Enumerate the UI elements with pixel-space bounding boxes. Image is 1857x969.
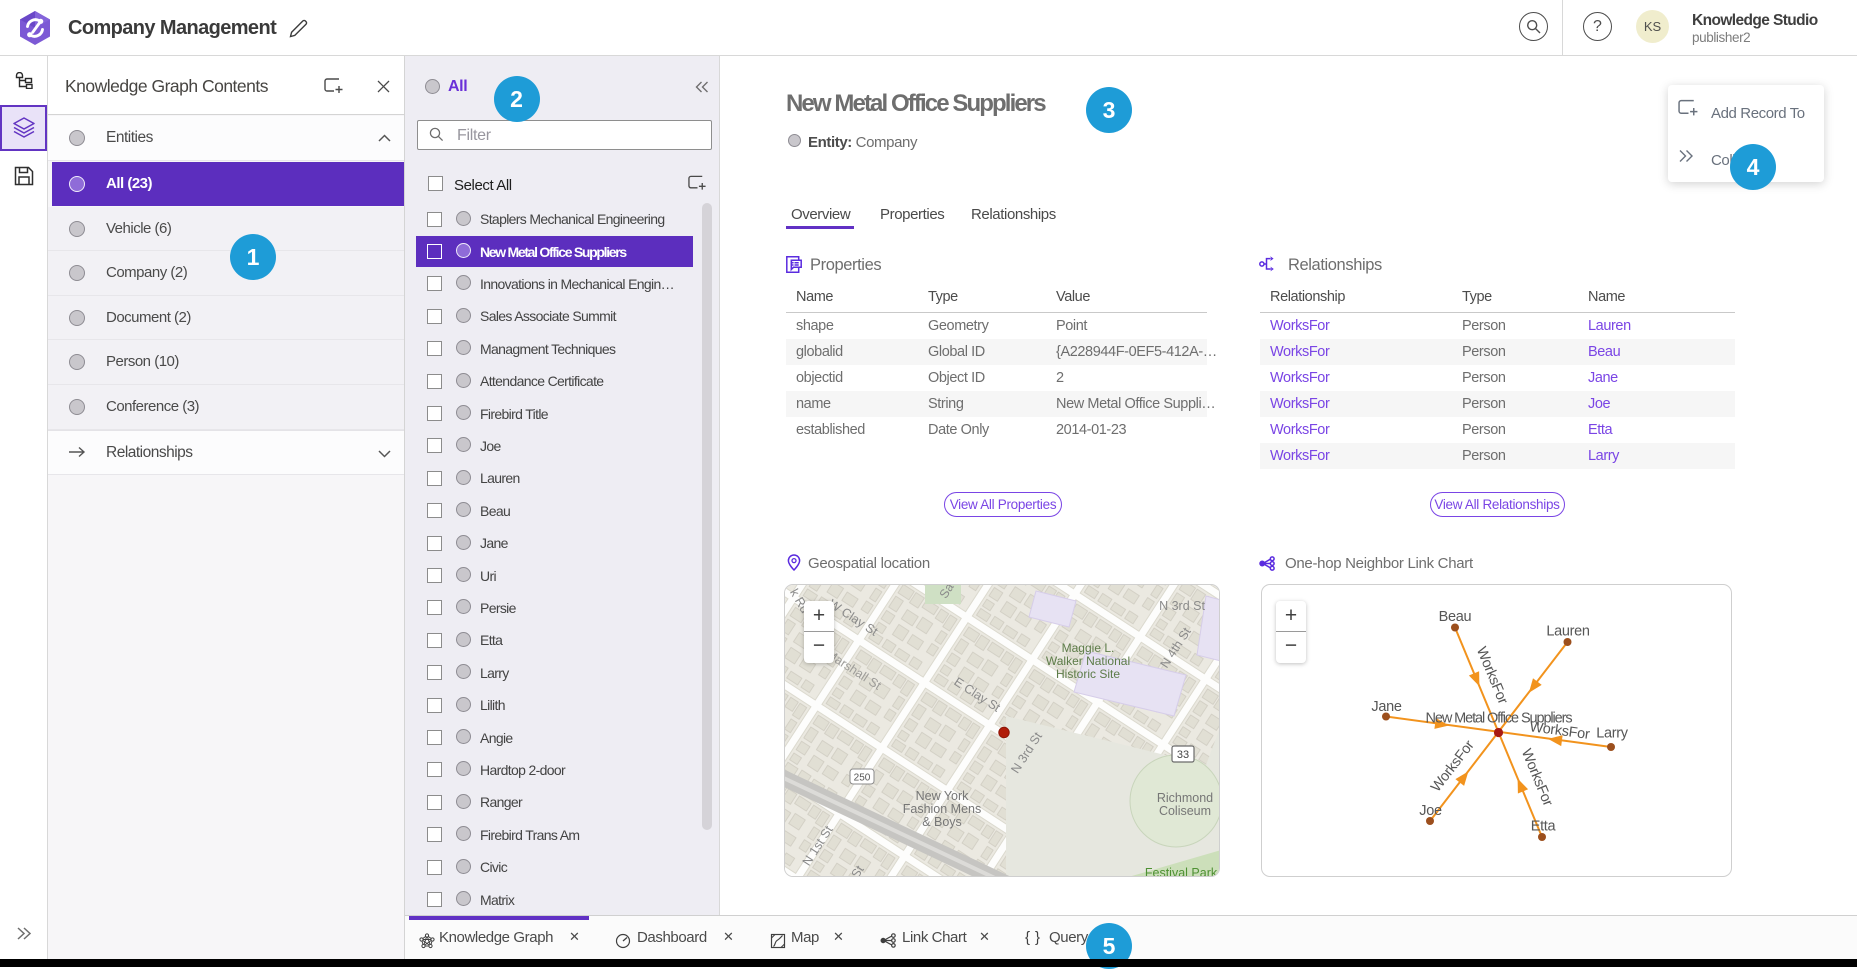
svg-text:Coliseum: Coliseum bbox=[1159, 804, 1211, 818]
svg-text:Walker National: Walker National bbox=[1046, 654, 1130, 668]
svg-text:WorksFor: WorksFor bbox=[1428, 737, 1478, 795]
svg-text:WorksFor: WorksFor bbox=[1518, 747, 1556, 809]
svg-text:& Boys: & Boys bbox=[922, 815, 962, 829]
svg-text:Festival Park: Festival Park bbox=[1145, 866, 1218, 877]
svg-text:Joe: Joe bbox=[1419, 803, 1442, 819]
svg-text:Larry: Larry bbox=[1596, 726, 1629, 742]
svg-text:Beau: Beau bbox=[1439, 609, 1472, 625]
svg-text:New York: New York bbox=[916, 789, 970, 803]
svg-text:Fashion Mens: Fashion Mens bbox=[903, 802, 982, 816]
svg-text:Richmond: Richmond bbox=[1157, 791, 1213, 805]
svg-text:Lauren: Lauren bbox=[1546, 624, 1590, 640]
svg-text:Maggie L.: Maggie L. bbox=[1062, 641, 1115, 655]
svg-text:33: 33 bbox=[1177, 749, 1189, 761]
svg-text:Historic Site: Historic Site bbox=[1056, 667, 1120, 681]
svg-text:Etta: Etta bbox=[1531, 819, 1557, 835]
svg-text:Jane: Jane bbox=[1371, 699, 1401, 715]
svg-text:N 3rd St: N 3rd St bbox=[1159, 599, 1205, 613]
svg-text:250: 250 bbox=[854, 773, 871, 784]
